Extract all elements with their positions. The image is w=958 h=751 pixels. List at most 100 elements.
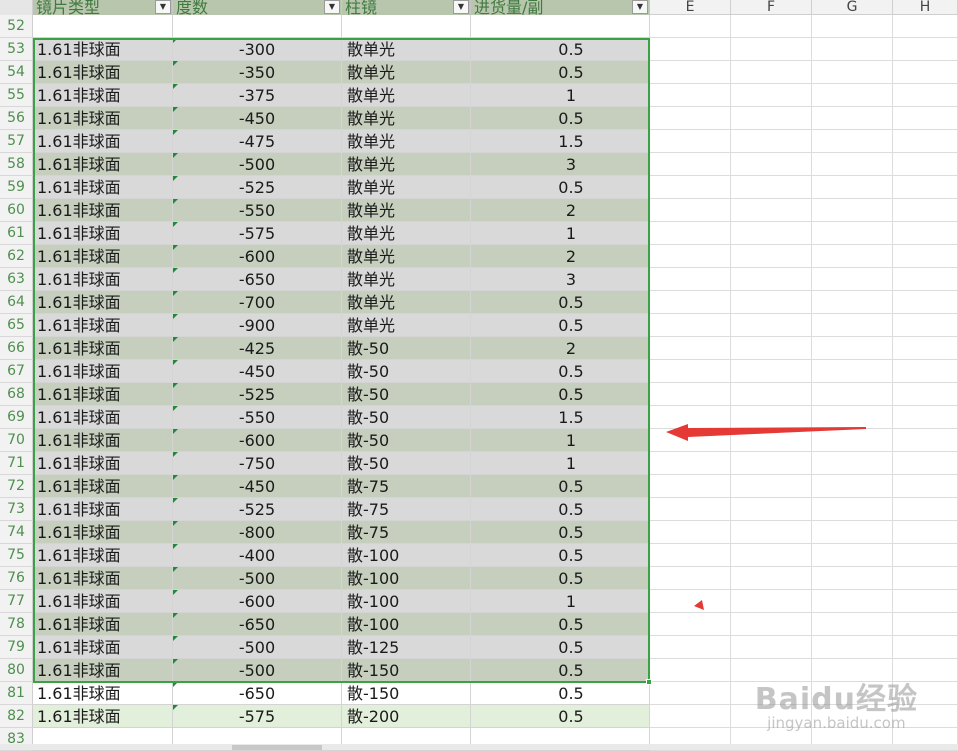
empty-cell[interactable] [812,245,893,268]
empty-cell[interactable] [893,222,958,245]
empty-cell[interactable] [812,176,893,199]
empty-cell[interactable] [650,567,731,590]
empty-cell[interactable] [731,498,812,521]
cell-power[interactable]: -600 [173,429,342,452]
empty-cell[interactable] [893,452,958,475]
row-number[interactable]: 76 [0,567,33,590]
cell-quantity[interactable]: 0.5 [471,314,650,337]
cell-lens-type[interactable]: 1.61非球面 [33,337,173,360]
empty-cell[interactable] [812,61,893,84]
cell-cylinder[interactable]: 散-100 [342,590,471,613]
empty-cell[interactable] [731,406,812,429]
empty-cell[interactable] [893,268,958,291]
cell-cylinder[interactable]: 散单光 [342,199,471,222]
empty-cell[interactable] [812,544,893,567]
cell-cylinder[interactable]: 散-50 [342,337,471,360]
empty-cell[interactable] [893,682,958,705]
row-number[interactable]: 72 [0,475,33,498]
empty-cell[interactable] [812,406,893,429]
row-number[interactable]: 59 [0,176,33,199]
cell-power[interactable]: -575 [173,222,342,245]
cell-lens-type[interactable]: 1.61非球面 [33,659,173,682]
cell-cylinder[interactable]: 散-100 [342,544,471,567]
filter-dropdown-icon[interactable]: ▼ [155,0,171,14]
empty-cell[interactable] [893,498,958,521]
empty-cell[interactable] [812,383,893,406]
cell-cylinder[interactable]: 散单光 [342,176,471,199]
cell-quantity[interactable]: 1 [471,590,650,613]
cell-quantity[interactable]: 0.5 [471,176,650,199]
filter-dropdown-icon[interactable]: ▼ [453,0,469,14]
row-number[interactable]: 78 [0,613,33,636]
row-number[interactable]: 57 [0,130,33,153]
cell-cylinder[interactable]: 散-100 [342,613,471,636]
empty-cell[interactable] [731,429,812,452]
empty-cell[interactable] [650,199,731,222]
empty-cell[interactable] [731,38,812,61]
empty-cell[interactable] [812,429,893,452]
empty-cell[interactable] [731,314,812,337]
cell-quantity[interactable]: 0.5 [471,498,650,521]
filter-dropdown-icon[interactable]: ▼ [324,0,340,14]
empty-cell[interactable] [893,567,958,590]
header-cylinder[interactable]: 柱镜 [342,0,471,15]
cell-power[interactable]: -400 [173,544,342,567]
cell-power[interactable]: -375 [173,84,342,107]
cell-lens-type[interactable]: 1.61非球面 [33,429,173,452]
cell-power[interactable]: -800 [173,521,342,544]
cell-quantity[interactable]: 1.5 [471,406,650,429]
cell-quantity[interactable]: 0.5 [471,705,650,728]
empty-cell[interactable] [812,567,893,590]
cell-power[interactable]: -450 [173,107,342,130]
empty-cell[interactable] [893,659,958,682]
cell-cylinder[interactable]: 散-50 [342,383,471,406]
empty-cell[interactable] [812,590,893,613]
cell-power[interactable]: -500 [173,153,342,176]
empty-cell[interactable] [731,590,812,613]
empty-cell[interactable] [650,153,731,176]
cell-lens-type[interactable]: 1.61非球面 [33,452,173,475]
cell-cylinder[interactable]: 散单光 [342,61,471,84]
cell-lens-type[interactable]: 1.61非球面 [33,406,173,429]
cell-quantity[interactable]: 0.5 [471,107,650,130]
cell-quantity[interactable]: 0.5 [471,475,650,498]
cell-quantity[interactable]: 1 [471,429,650,452]
cell-power[interactable]: -750 [173,452,342,475]
empty-cell[interactable] [893,130,958,153]
empty-cell[interactable] [650,337,731,360]
cell-cylinder[interactable]: 散-200 [342,705,471,728]
empty-cell[interactable] [893,199,958,222]
cell-cylinder[interactable]: 散-50 [342,429,471,452]
column-header[interactable]: H [893,0,958,15]
cell-lens-type[interactable]: 1.61非球面 [33,107,173,130]
cell-power[interactable]: -500 [173,567,342,590]
empty-cell[interactable] [893,475,958,498]
empty-cell[interactable] [731,84,812,107]
cell-cylinder[interactable]: 散-75 [342,475,471,498]
empty-cell[interactable] [893,383,958,406]
cell-lens-type[interactable]: 1.61非球面 [33,590,173,613]
empty-cell[interactable] [650,705,731,728]
empty-cell[interactable] [731,567,812,590]
cell-power[interactable]: -350 [173,61,342,84]
empty-cell[interactable] [893,544,958,567]
cell-cylinder[interactable]: 散-150 [342,659,471,682]
cell-quantity[interactable]: 1 [471,222,650,245]
empty-cell[interactable] [650,107,731,130]
empty-cell[interactable] [731,682,812,705]
empty-cell[interactable] [650,15,731,38]
column-header[interactable]: G [812,0,893,15]
cell-quantity[interactable]: 0.5 [471,38,650,61]
cell-quantity[interactable]: 1 [471,452,650,475]
empty-cell[interactable] [893,429,958,452]
cell-cylinder[interactable]: 散单光 [342,222,471,245]
empty-cell[interactable] [650,544,731,567]
cell-lens-type[interactable]: 1.61非球面 [33,498,173,521]
cell-power[interactable]: -650 [173,682,342,705]
cell-quantity[interactable]: 0.5 [471,544,650,567]
empty-cell[interactable] [812,659,893,682]
cell-lens-type[interactable]: 1.61非球面 [33,360,173,383]
cell-lens-type[interactable] [33,15,173,38]
empty-cell[interactable] [812,153,893,176]
cell-quantity[interactable]: 2 [471,337,650,360]
